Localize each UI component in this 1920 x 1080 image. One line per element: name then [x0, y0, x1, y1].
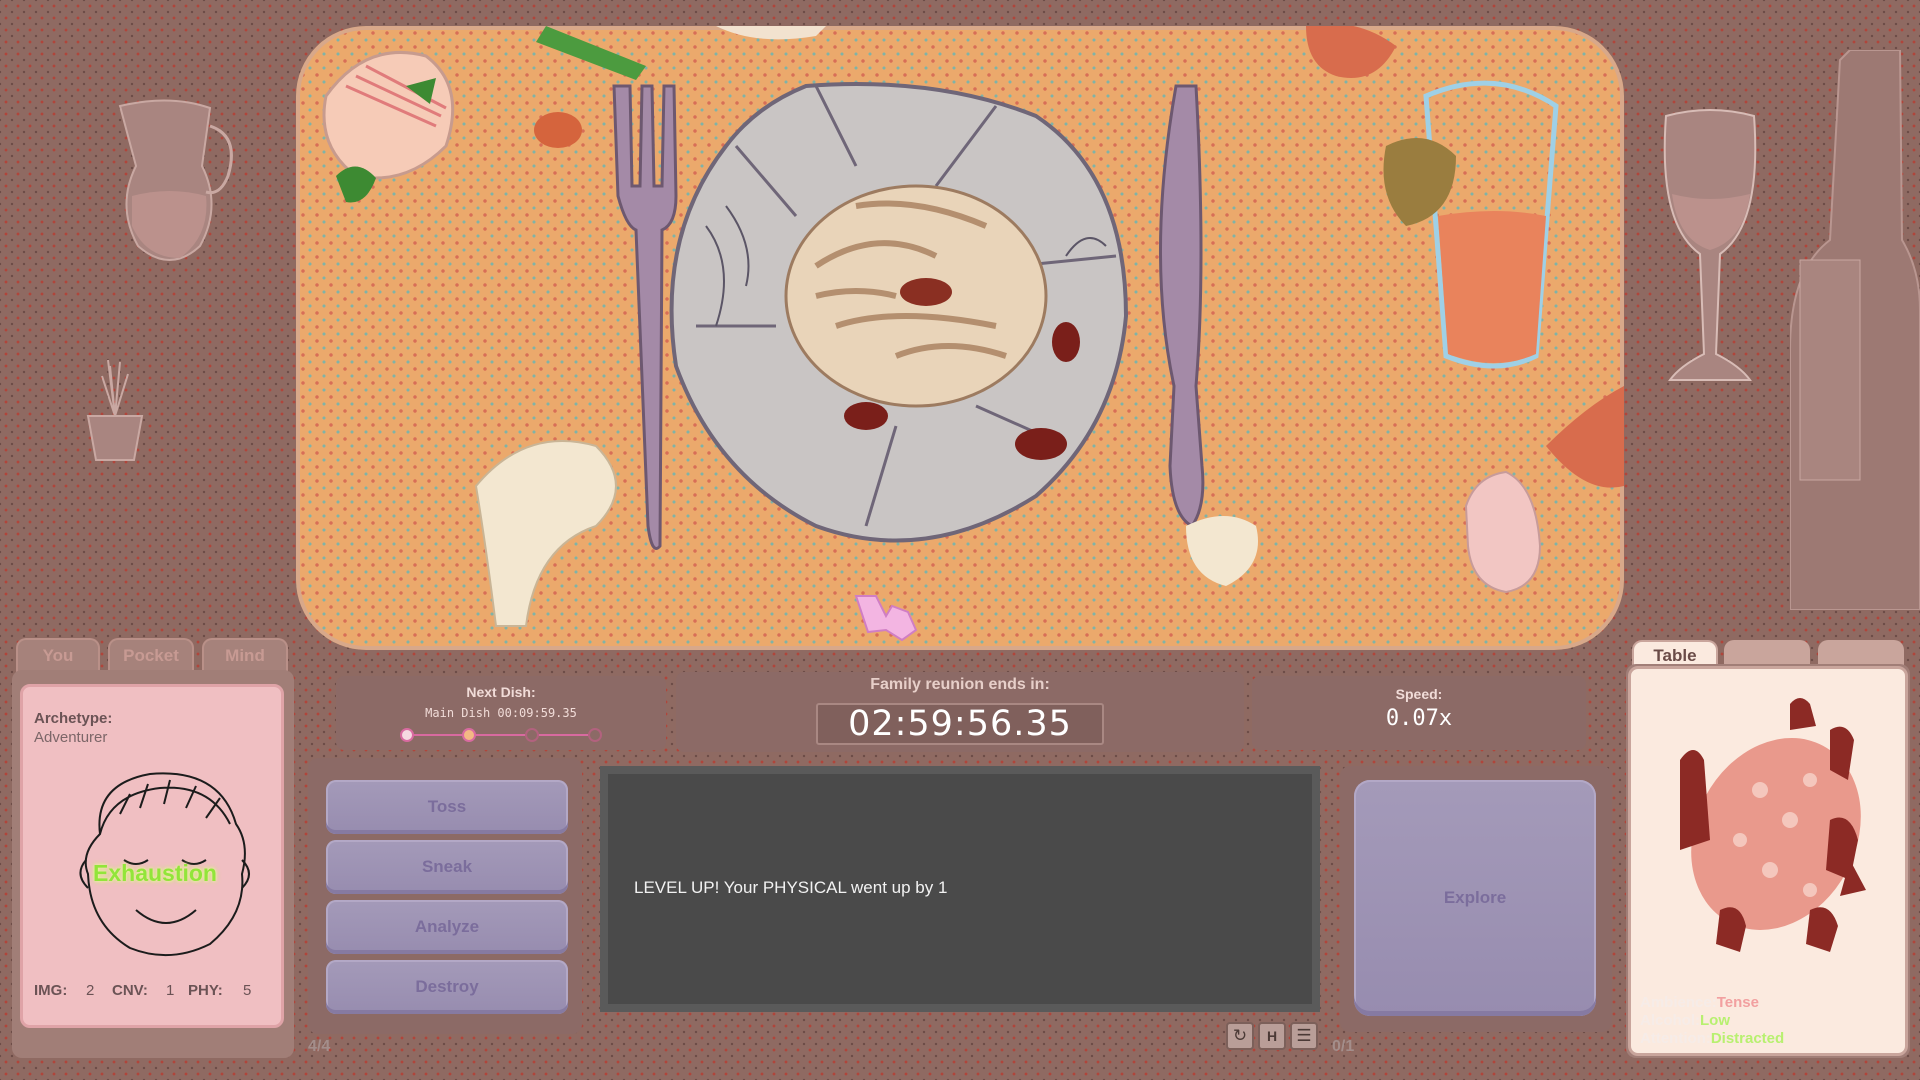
reunion-timer: 02:59:56.35 — [816, 703, 1104, 745]
next-dish-detail: Main Dish 00:09:59.35 — [425, 706, 577, 720]
salt-shaker[interactable] — [1464, 470, 1542, 594]
explore-counter: 0/1 — [1332, 1038, 1355, 1055]
actions-counter: 4/4 — [308, 1038, 331, 1055]
stat-phy-label: PHY: — [188, 982, 223, 999]
menu-button[interactable]: ☰ — [1290, 1022, 1318, 1050]
hand-cursor-icon — [854, 595, 918, 642]
pitcher-sketch — [118, 99, 233, 261]
tab-you[interactable]: You — [16, 638, 100, 672]
bottle-sketch — [1790, 50, 1920, 610]
attention-value: Distracted — [1710, 1030, 1785, 1047]
knife[interactable] — [1159, 84, 1205, 528]
archetype-label: Archetype: — [34, 710, 113, 727]
napkin[interactable] — [322, 51, 455, 180]
ambience-value: Tense — [1716, 994, 1759, 1011]
explore-button[interactable]: Explore — [1354, 780, 1596, 1016]
dinner-table-scene[interactable] — [296, 26, 1624, 650]
toss-button[interactable]: Toss — [326, 780, 568, 834]
restart-button[interactable]: ↻ — [1226, 1022, 1254, 1050]
attention-line: Attention:Distracted — [1640, 1030, 1784, 1047]
stat-cnv-label: CNV: — [112, 982, 148, 999]
save-button[interactable]: H — [1258, 1022, 1286, 1050]
alcohol-value: Low — [1700, 1012, 1730, 1029]
stat-img-value: 2 — [86, 982, 95, 999]
tab-pocket[interactable]: Pocket — [108, 638, 194, 672]
tab-mind[interactable]: Mind — [202, 638, 288, 672]
analyze-button[interactable]: Analyze — [326, 900, 568, 954]
dish-progress-step — [400, 728, 414, 742]
speed-bar: Speed: 0.07x — [1252, 676, 1586, 750]
alcohol-line: Alcohol:Low — [1640, 1012, 1730, 1029]
pasta[interactable] — [784, 184, 1048, 408]
next-dish-bar: Next Dish: Main Dish 00:09:59.35 — [336, 676, 666, 750]
menu-icon: ☰ — [1296, 1026, 1312, 1045]
attention-label: Attention: — [1640, 1030, 1711, 1047]
next-dish-title: Next Dish: — [466, 684, 536, 700]
stat-cnv-value: 1 — [166, 982, 175, 999]
log-message: LEVEL UP! Your PHYSICAL went up by 1 — [634, 878, 948, 897]
character-status-word: Exhaustion — [93, 860, 217, 886]
destroy-button[interactable]: Destroy — [326, 960, 568, 1014]
speed-value: 0.07x — [1385, 706, 1453, 731]
dish-progress-step — [525, 728, 539, 742]
stat-phy-value: 5 — [243, 982, 252, 999]
wineglass-sketch — [1663, 109, 1757, 381]
save-icon: H — [1266, 1028, 1278, 1044]
speed-title: Speed: — [1395, 686, 1443, 702]
alcohol-label: Alcohol: — [1640, 1012, 1700, 1029]
restart-icon: ↻ — [1232, 1026, 1248, 1045]
family-table-illustration — [1680, 698, 1866, 952]
stat-img-label: IMG: — [34, 982, 68, 999]
dish-progress-step — [588, 728, 602, 742]
reunion-title: Family reunion ends in: — [870, 676, 1050, 693]
sneak-button[interactable]: Sneak — [326, 840, 568, 894]
ambience-label: Ambience: — [1640, 994, 1717, 1011]
dish-progress-step-current — [462, 728, 476, 742]
plant-sketch — [86, 359, 144, 461]
dish-progress-track — [406, 734, 596, 736]
fork[interactable] — [612, 84, 678, 550]
archetype-value: Adventurer — [34, 729, 108, 746]
juice-glass[interactable] — [1423, 80, 1559, 369]
ambience-line: Ambience:Tense — [1640, 994, 1759, 1011]
